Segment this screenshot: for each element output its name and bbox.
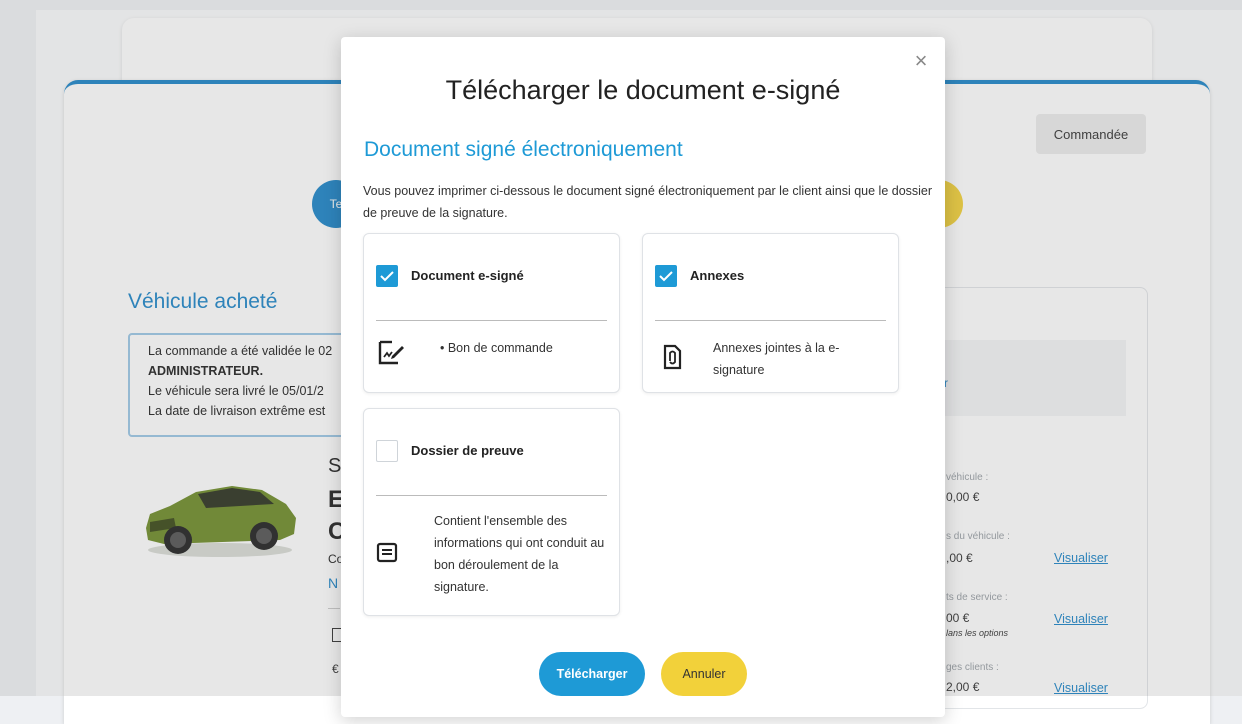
checkbox-document[interactable] [376,265,398,287]
check-icon [659,271,673,282]
download-button[interactable]: Télécharger [539,652,645,696]
cancel-button[interactable]: Annuler [661,652,747,696]
option-text: Annexes jointes à la e-signature [713,341,840,377]
option-title: Dossier de preuve [411,443,524,458]
modal-subtitle: Document signé électroniquement [364,138,683,161]
paperclip-icon [663,344,682,370]
modal-description: Vous pouvez imprimer ci-dessous le docum… [363,184,933,220]
divider [376,495,607,496]
option-text: • Bon de commande [440,341,553,355]
close-icon[interactable]: × [911,50,931,72]
checkbox-proof[interactable] [376,440,398,462]
check-icon [380,271,394,282]
signature-icon [378,340,404,365]
option-title: Document e-signé [411,268,524,283]
option-title: Annexes [690,268,745,283]
divider [376,320,607,321]
download-modal: × Télécharger le document e-signé Docume… [341,37,945,717]
modal-title: Télécharger le document e-signé [445,75,841,105]
option-card-proof[interactable]: Dossier de preuve Contient l'ensemble de… [363,408,620,616]
checkbox-annexes[interactable] [655,265,677,287]
option-text: Contient l'ensemble des informations qui… [434,514,605,594]
divider [655,320,886,321]
option-card-document[interactable]: Document e-signé • Bon de commande [363,233,620,393]
folder-icon [376,542,398,563]
option-card-annexes[interactable]: Annexes Annexes jointes à la e-signature [642,233,899,393]
